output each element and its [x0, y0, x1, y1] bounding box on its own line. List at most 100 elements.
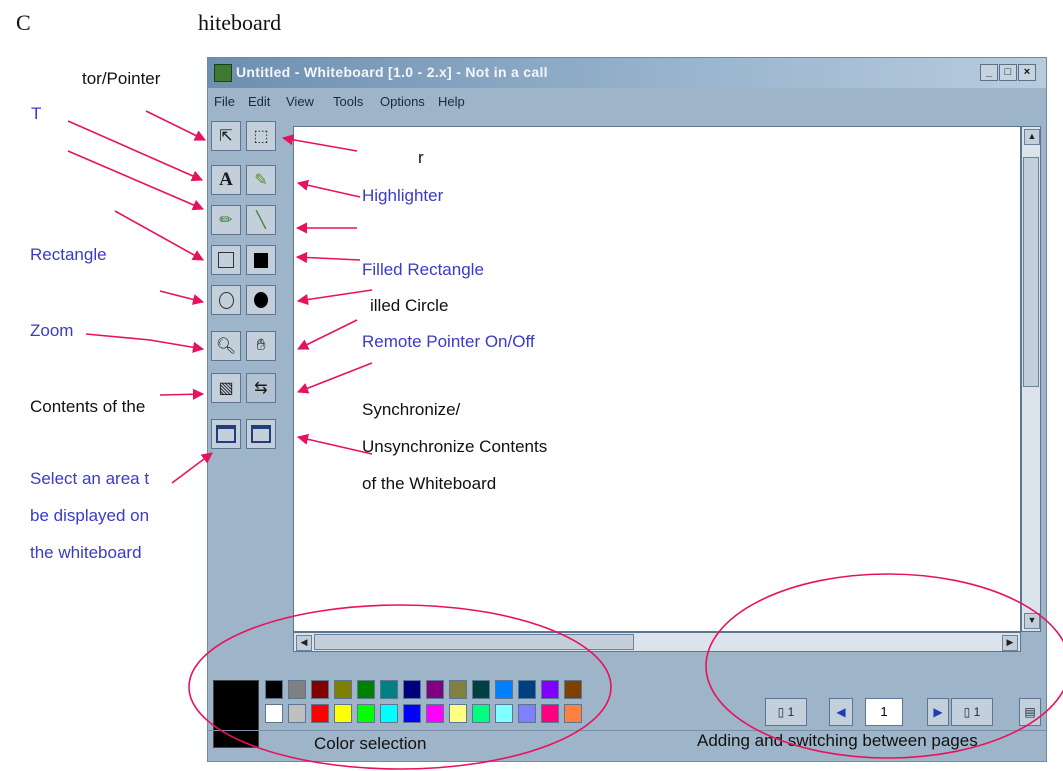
color-swatch[interactable] — [288, 680, 306, 699]
label-pages: Adding and switching between pages — [697, 731, 978, 750]
color-swatch[interactable] — [495, 704, 513, 723]
arrow-text-tool — [67, 120, 204, 182]
color-swatch[interactable] — [449, 704, 467, 723]
current-page-field[interactable]: 1 — [865, 698, 903, 726]
color-swatch[interactable] — [380, 704, 398, 723]
scroll-right-arrow[interactable]: ▶ — [1002, 635, 1018, 651]
label-zoom: Zoom — [30, 321, 74, 340]
close-button[interactable]: × — [1018, 64, 1036, 81]
menu-file[interactable]: File — [214, 94, 235, 109]
color-swatch[interactable] — [357, 704, 375, 723]
color-swatch[interactable] — [449, 680, 467, 699]
label-sync-line-1: Synchronize/ — [362, 400, 461, 419]
pointer-tool-button[interactable]: ⇱ — [211, 121, 241, 151]
maximize-button[interactable]: □ — [999, 64, 1017, 81]
unfilled-rectangle-icon — [218, 252, 234, 268]
select-area-tool-button[interactable]: ⬚ — [246, 121, 276, 151]
pen-icon: ✏ — [219, 212, 233, 229]
sync-tool-button[interactable]: ⇆ — [246, 373, 276, 403]
filled-rectangle-icon — [254, 252, 268, 268]
color-swatch[interactable] — [311, 680, 329, 699]
line-tool-button[interactable]: ╲ — [246, 205, 276, 235]
color-swatch[interactable] — [403, 680, 421, 699]
color-swatch[interactable] — [564, 704, 582, 723]
text-icon: A — [219, 169, 233, 190]
lock-contents-tool-button[interactable]: ▧ — [211, 373, 241, 403]
label-sync-line-3: of the Whiteboard — [362, 474, 497, 493]
menu-bar: File Edit View Tools Options Help — [208, 91, 1046, 113]
title-bar[interactable]: Untitled - Whiteboard [1.0 - 2.x] - Not … — [208, 58, 1046, 88]
line-icon: ╲ — [256, 212, 266, 229]
vertical-scrollbar[interactable]: ▲ ▼ — [1021, 126, 1041, 632]
color-swatch[interactable] — [288, 704, 306, 723]
insert-page-button[interactable]: ▤ — [1019, 698, 1041, 726]
arrow-selector-pointer — [145, 110, 207, 141]
sync-icon: ⇆ — [254, 380, 268, 397]
last-page-button[interactable]: ▯ 1 — [951, 698, 993, 726]
color-swatch[interactable] — [564, 680, 582, 699]
color-swatch[interactable] — [426, 704, 444, 723]
label-sync-line-2: Unsynchronize Contents — [362, 437, 548, 456]
zoom-tool-button[interactable]: 🔍︎ — [211, 331, 241, 361]
color-swatch[interactable] — [472, 680, 490, 699]
unfilled-rectangle-tool-button[interactable] — [211, 245, 241, 275]
color-swatch[interactable] — [380, 680, 398, 699]
menu-edit[interactable]: Edit — [248, 94, 270, 109]
heading-right: hiteboard — [198, 10, 282, 35]
label-remote-pointer: Remote Pointer On/Off — [362, 332, 535, 351]
remote-pointer-icon: ✋︎ — [256, 337, 266, 354]
lock-contents-icon: ▧ — [218, 380, 234, 397]
previous-page-button[interactable]: ◀ — [829, 698, 853, 726]
heading-left: C — [16, 10, 31, 35]
next-page-button[interactable]: ▶ — [927, 698, 949, 726]
color-swatch[interactable] — [403, 704, 421, 723]
highlighter-tool-button[interactable]: ✎ — [246, 165, 276, 195]
new-page-icon: ▤ — [1024, 705, 1036, 719]
color-swatch[interactable] — [495, 680, 513, 699]
filled-rectangle-tool-button[interactable] — [246, 245, 276, 275]
menu-tools[interactable]: Tools — [333, 94, 363, 109]
color-swatch[interactable] — [541, 680, 559, 699]
remote-pointer-tool-button[interactable]: ✋︎ — [246, 331, 276, 361]
label-r-fragment: r — [418, 148, 424, 167]
text-tool-button[interactable]: A — [211, 165, 241, 195]
arrow-ellipse — [159, 290, 205, 305]
color-swatch[interactable] — [334, 704, 352, 723]
color-swatch[interactable] — [472, 704, 490, 723]
color-swatch[interactable] — [311, 704, 329, 723]
color-swatch[interactable] — [518, 680, 536, 699]
scroll-up-arrow[interactable]: ▲ — [1024, 129, 1040, 145]
color-swatch[interactable] — [518, 704, 536, 723]
scroll-down-arrow[interactable]: ▼ — [1024, 613, 1040, 629]
color-swatch[interactable] — [265, 680, 283, 699]
color-swatch[interactable] — [541, 704, 559, 723]
menu-view[interactable]: View — [286, 94, 314, 109]
filled-ellipse-tool-button[interactable] — [246, 285, 276, 315]
label-highlighter: Highlighter — [362, 186, 444, 205]
unfilled-ellipse-icon — [218, 291, 234, 309]
label-filled-rectangle: Filled Rectangle — [362, 260, 484, 279]
whiteboard-app-icon — [214, 64, 232, 82]
horizontal-scroll-thumb[interactable] — [314, 634, 634, 650]
whiteboard-window: Untitled - Whiteboard [1.0 - 2.x] - Not … — [207, 57, 1047, 762]
menu-help[interactable]: Help — [438, 94, 465, 109]
scroll-left-arrow[interactable]: ◀ — [296, 635, 312, 651]
color-swatch[interactable] — [265, 704, 283, 723]
pointer-icon: ⇱ — [219, 128, 233, 145]
first-page-number: 1 — [787, 705, 795, 719]
pen-tool-button[interactable]: ✏ — [211, 205, 241, 235]
color-swatch[interactable] — [426, 680, 444, 699]
menu-options[interactable]: Options — [380, 94, 425, 109]
first-page-button[interactable]: ▯ 1 — [765, 698, 807, 726]
select-window-capture-button[interactable] — [246, 419, 276, 449]
horizontal-scrollbar[interactable]: ◀ ▶ — [293, 632, 1021, 652]
select-area-capture-button[interactable] — [211, 419, 241, 449]
unfilled-ellipse-tool-button[interactable] — [211, 285, 241, 315]
arrow-lock-contents — [159, 388, 205, 400]
color-swatch[interactable] — [334, 680, 352, 699]
color-swatch[interactable] — [357, 680, 375, 699]
label-rectangle: Rectangle — [30, 245, 107, 264]
minimize-button[interactable]: _ — [980, 64, 998, 81]
last-page-number: 1 — [973, 705, 981, 719]
vertical-scroll-thumb[interactable] — [1023, 157, 1039, 387]
